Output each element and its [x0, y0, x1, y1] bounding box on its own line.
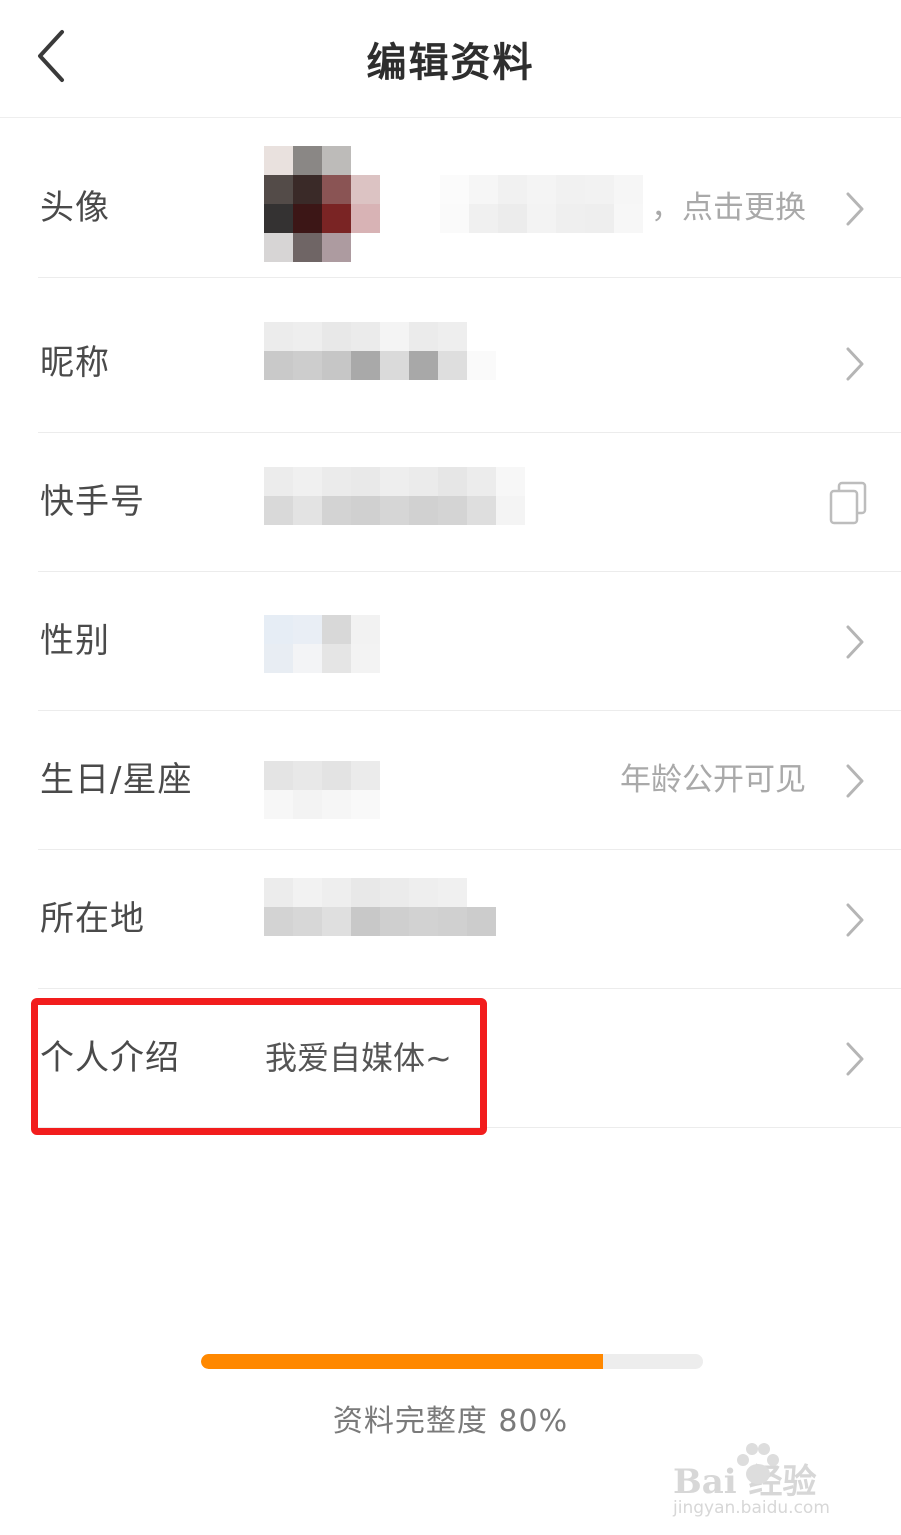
location-value-blurred — [264, 878, 496, 936]
chevron-right-icon — [846, 764, 864, 797]
row-avatar[interactable]: 头像 ，点击更换 — [0, 139, 901, 278]
kuaishou-id-value-blurred — [264, 467, 525, 525]
profile-completeness-bar — [201, 1354, 703, 1369]
watermark-url: jingyan.baidu.com — [673, 1498, 830, 1518]
row-label: 个人介绍 — [40, 1038, 180, 1078]
profile-completeness-fill — [201, 1354, 603, 1369]
row-label: 头像 — [40, 188, 110, 228]
chevron-right-icon — [846, 1042, 864, 1075]
avatar[interactable] — [264, 146, 380, 262]
copy-icon[interactable] — [828, 480, 868, 526]
row-label: 生日/星座 — [40, 760, 193, 800]
row-gender[interactable]: 性别 — [0, 572, 901, 711]
row-kuaishou-id: 快手号 — [0, 433, 901, 572]
gender-value-blurred — [264, 615, 380, 673]
chevron-right-icon — [846, 347, 864, 380]
self-introduction-value: 我爱自媒体~ — [265, 1039, 452, 1077]
chevron-right-icon — [846, 903, 864, 936]
row-label: 快手号 — [40, 482, 145, 522]
header-bar: 编辑资料 — [0, 0, 901, 118]
change-avatar-hint: ，点击更换 — [651, 190, 806, 226]
divider — [38, 277, 901, 278]
profile-completeness-label: 资料完整度 80% — [332, 1404, 569, 1439]
divider — [38, 1127, 901, 1128]
chevron-right-icon — [846, 192, 864, 225]
paw-icon — [737, 1443, 779, 1484]
baidu-jingyan-watermark: Bai 经验 jingyan.baidu.com — [673, 1440, 853, 1520]
birthday-value-blurred — [264, 761, 380, 819]
row-location[interactable]: 所在地 — [0, 850, 901, 989]
row-label: 性别 — [40, 621, 110, 661]
page-title: 编辑资料 — [366, 40, 535, 86]
row-label: 昵称 — [40, 343, 110, 383]
row-self-introduction[interactable]: 个人介绍 我爱自媒体~ — [0, 989, 901, 1128]
avatar-caption-blurred — [440, 175, 643, 233]
row-birthday-zodiac[interactable]: 生日/星座 年龄公开可见 — [0, 711, 901, 850]
row-nickname[interactable]: 昵称 — [0, 294, 901, 433]
row-label: 所在地 — [40, 899, 145, 939]
nickname-value-blurred — [264, 322, 496, 380]
age-visibility-hint: 年龄公开可见 — [620, 762, 806, 798]
chevron-right-icon — [846, 625, 864, 658]
